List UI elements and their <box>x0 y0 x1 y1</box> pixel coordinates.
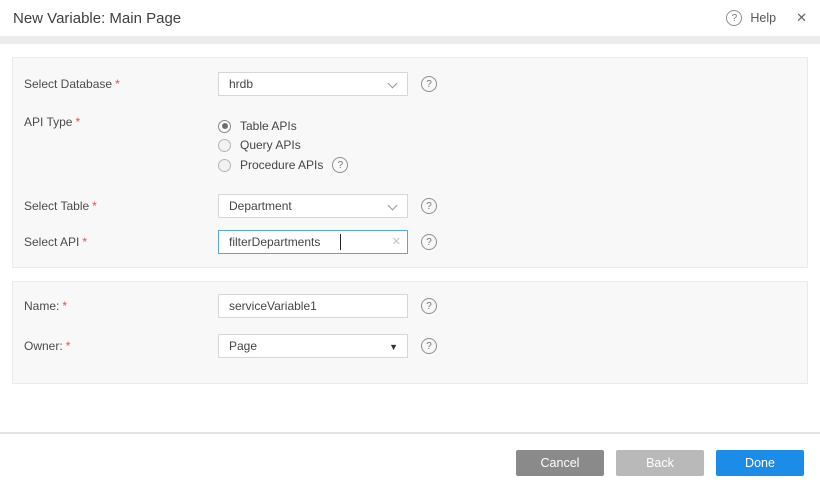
select-database-help-icon[interactable]: ? <box>421 76 437 92</box>
api-type-label-text: API Type <box>24 115 72 129</box>
radio-query-apis-label: Query APIs <box>240 138 301 152</box>
name-label-text: Name: <box>24 299 59 313</box>
back-button[interactable]: Back <box>616 450 704 476</box>
select-table-help-icon[interactable]: ? <box>421 198 437 214</box>
help-link[interactable]: Help <box>750 11 776 25</box>
api-type-help-icon[interactable]: ? <box>332 157 348 173</box>
required-marker: * <box>92 199 97 213</box>
name-field-wrap <box>218 294 408 318</box>
radio-procedure-apis-label: Procedure APIs <box>240 158 323 172</box>
header-divider <box>0 36 820 44</box>
select-arrow-icon: ▼ <box>389 342 398 352</box>
close-icon[interactable]: ✕ <box>796 10 807 26</box>
required-marker: * <box>75 115 80 129</box>
select-api-field-wrap: ✕ <box>218 230 408 254</box>
select-api-row: Select API* ✕ ? <box>24 230 437 254</box>
name-input[interactable] <box>218 294 408 318</box>
api-type-radio-group: Table APIs Query APIs Procedure APIs ? <box>218 119 348 178</box>
radio-table-apis-label: Table APIs <box>240 119 297 133</box>
radio-selected-icon <box>218 120 231 133</box>
dialog-title: New Variable: Main Page <box>13 10 181 27</box>
footer-divider <box>0 432 820 434</box>
api-type-row: API Type* Table APIs Query APIs Procedur… <box>24 113 348 178</box>
radio-query-apis[interactable]: Query APIs <box>218 138 348 152</box>
text-cursor <box>340 234 341 250</box>
select-database-dropdown[interactable]: hrdb <box>218 72 408 96</box>
select-api-help-icon[interactable]: ? <box>421 234 437 250</box>
required-marker: * <box>82 235 87 249</box>
radio-unselected-icon <box>218 159 231 172</box>
name-row: Name:* ? <box>24 294 437 318</box>
select-api-label-text: Select API <box>24 235 79 249</box>
cancel-button[interactable]: Cancel <box>516 450 604 476</box>
select-api-input[interactable] <box>218 230 408 254</box>
select-database-label: Select Database* <box>24 77 218 91</box>
chevron-down-icon <box>388 201 398 211</box>
owner-select-value: Page <box>229 339 257 353</box>
required-marker: * <box>62 299 67 313</box>
select-database-label-text: Select Database <box>24 77 112 91</box>
dialog-header: New Variable: Main Page ? Help ✕ <box>0 0 820 36</box>
radio-procedure-apis[interactable]: Procedure APIs ? <box>218 157 348 173</box>
owner-label-text: Owner: <box>24 339 63 353</box>
variable-details-section: Name:* ? Owner:* Page ▼ ? <box>12 281 808 384</box>
owner-label: Owner:* <box>24 339 218 353</box>
select-table-value: Department <box>229 199 292 213</box>
owner-select[interactable]: Page ▼ <box>218 334 408 358</box>
api-selection-section: Select Database* hrdb ? API Type* Table … <box>12 57 808 268</box>
chevron-down-icon <box>388 79 398 89</box>
name-label: Name:* <box>24 299 218 313</box>
done-button[interactable]: Done <box>716 450 804 476</box>
footer-actions: Cancel Back Done <box>516 450 804 476</box>
select-table-label-text: Select Table <box>24 199 89 213</box>
clear-icon[interactable]: ✕ <box>392 235 401 248</box>
help-icon[interactable]: ? <box>726 10 742 26</box>
owner-help-icon[interactable]: ? <box>421 338 437 354</box>
select-table-dropdown[interactable]: Department <box>218 194 408 218</box>
select-table-row: Select Table* Department ? <box>24 194 437 218</box>
required-marker: * <box>66 339 71 353</box>
radio-unselected-icon <box>218 139 231 152</box>
name-help-icon[interactable]: ? <box>421 298 437 314</box>
select-api-label: Select API* <box>24 235 218 249</box>
select-database-value: hrdb <box>229 77 253 91</box>
select-table-label: Select Table* <box>24 199 218 213</box>
required-marker: * <box>115 77 120 91</box>
select-database-row: Select Database* hrdb ? <box>24 72 437 96</box>
api-type-label: API Type* <box>24 113 218 129</box>
radio-table-apis[interactable]: Table APIs <box>218 119 348 133</box>
owner-row: Owner:* Page ▼ ? <box>24 334 437 358</box>
header-actions: ? Help ✕ <box>726 0 807 36</box>
